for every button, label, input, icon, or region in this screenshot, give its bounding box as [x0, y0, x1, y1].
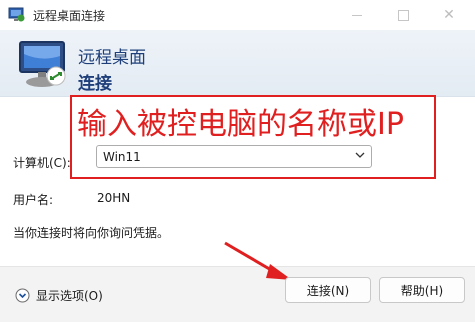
computer-combobox[interactable]: Win11 [96, 145, 372, 168]
remote-desktop-monitor-icon [19, 41, 66, 87]
close-button[interactable]: ✕ [426, 0, 472, 30]
username-value: 20HN [97, 191, 131, 205]
maximize-button[interactable] [380, 0, 426, 30]
username-label: 用户名: [13, 193, 54, 207]
window-title: 远程桌面连接 [33, 9, 106, 23]
close-icon: ✕ [443, 7, 455, 23]
connect-button[interactable]: 连接(N) [285, 277, 371, 303]
expand-circle-icon [15, 288, 30, 303]
minimize-button[interactable] [334, 0, 380, 30]
title-bar: 远程桌面连接 ✕ [0, 0, 475, 30]
minimize-icon [352, 14, 362, 16]
computer-value: Win11 [103, 150, 141, 164]
maximize-icon [397, 9, 409, 21]
header-banner: 远程桌面 连接 [0, 30, 475, 97]
credentials-hint: 当你连接时将向你询问凭据。 [13, 226, 170, 240]
computer-label: 计算机(C): [13, 156, 71, 170]
banner-subtitle: 连接 [78, 74, 112, 94]
banner-title: 远程桌面 [78, 48, 146, 68]
show-options-toggle[interactable]: 显示选项(O) [15, 287, 103, 304]
chevron-down-icon[interactable] [355, 150, 365, 160]
remote-desktop-app-icon [8, 7, 25, 22]
help-button[interactable]: 帮助(H) [379, 277, 465, 303]
annotation-text: 输入被控电脑的名称或IP [77, 107, 404, 142]
show-options-label: 显示选项(O) [36, 289, 103, 303]
